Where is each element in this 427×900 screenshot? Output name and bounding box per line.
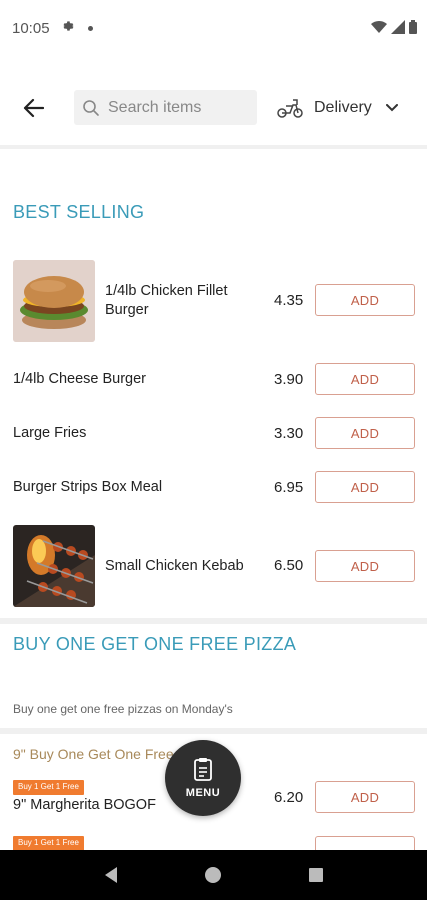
top-bar: Delivery xyxy=(0,80,427,136)
item-price: 4.35 xyxy=(274,292,304,309)
menu-item[interactable]: Large Fries 3.30 ADD xyxy=(0,416,427,450)
menu-item[interactable]: Buy 1 Get 1 Free xyxy=(0,836,427,850)
status-time: 10:05 xyxy=(12,19,50,37)
settings-icon xyxy=(60,19,74,37)
item-price: 6.20 xyxy=(274,789,304,806)
offer-badge: Buy 1 Get 1 Free xyxy=(13,836,84,850)
back-arrow-icon xyxy=(23,98,44,118)
menu-item[interactable]: Burger Strips Box Meal 6.95 ADD xyxy=(0,470,427,504)
search-box[interactable] xyxy=(74,90,257,125)
subsection-title: 9" Buy One Get One Free xyxy=(13,746,174,762)
menu-clipboard-icon xyxy=(194,758,212,781)
add-button[interactable]: ADD xyxy=(315,781,415,813)
offer-badge: Buy 1 Get 1 Free xyxy=(13,780,84,795)
add-button[interactable] xyxy=(315,836,415,850)
nav-home-button[interactable] xyxy=(193,855,233,895)
notification-dot-icon xyxy=(87,25,93,31)
add-button[interactable]: ADD xyxy=(315,417,415,449)
menu-item[interactable]: Small Chicken Kebab 6.50 ADD xyxy=(0,525,427,607)
home-circle-icon xyxy=(205,867,222,883)
add-button[interactable]: ADD xyxy=(315,550,415,582)
signal-icon xyxy=(391,20,405,38)
delivery-selector[interactable]: Delivery xyxy=(276,94,398,122)
item-name: Small Chicken Kebab xyxy=(105,558,244,574)
nav-back-button[interactable] xyxy=(91,855,131,895)
back-triangle-icon xyxy=(105,867,118,883)
status-bar: 10:05 xyxy=(0,0,427,56)
item-name: 9" Margherita BOGOF xyxy=(13,797,156,813)
menu-item[interactable]: 1/4lb Chicken Fillet Burger 4.35 ADD xyxy=(0,260,427,342)
kebab-image xyxy=(13,525,95,607)
item-price: 6.50 xyxy=(274,557,304,574)
section-divider xyxy=(0,728,427,734)
wifi-icon xyxy=(371,20,387,38)
item-price: 3.90 xyxy=(274,371,304,388)
search-icon xyxy=(83,99,99,116)
menu-fab-button[interactable]: MENU xyxy=(165,740,241,816)
menu-fab-label: MENU xyxy=(185,787,221,799)
header-divider xyxy=(0,145,427,149)
screen: 10:05 Delivery xyxy=(0,0,427,900)
back-button[interactable] xyxy=(18,94,48,122)
add-button[interactable]: ADD xyxy=(315,363,415,395)
scooter-icon xyxy=(277,99,303,118)
nav-recents-button[interactable] xyxy=(296,855,336,895)
add-button[interactable]: ADD xyxy=(315,471,415,503)
burger-image xyxy=(13,260,95,342)
system-nav-bar xyxy=(0,850,427,900)
section-title-bogof: BUY ONE GET ONE FREE PIZZA xyxy=(13,634,297,654)
recents-square-icon xyxy=(308,868,323,882)
delivery-label: Delivery xyxy=(314,99,372,116)
chevron-down-icon xyxy=(385,104,398,112)
search-input[interactable] xyxy=(108,98,248,117)
section-description: Buy one get one free pizzas on Monday's xyxy=(13,702,233,716)
section-title-best-selling: BEST SELLING xyxy=(13,202,145,222)
item-price: 6.95 xyxy=(274,479,304,496)
item-name: 1/4lb Chicken Fillet Burger xyxy=(105,283,228,318)
battery-icon xyxy=(409,20,417,38)
item-price: 3.30 xyxy=(274,425,304,442)
add-button[interactable]: ADD xyxy=(315,284,415,316)
item-name: Burger Strips Box Meal xyxy=(13,479,163,495)
section-divider xyxy=(0,618,427,624)
item-name: 1/4lb Cheese Burger xyxy=(13,371,146,387)
menu-item[interactable]: 1/4lb Cheese Burger 3.90 ADD xyxy=(0,362,427,396)
item-name: Large Fries xyxy=(13,425,87,441)
